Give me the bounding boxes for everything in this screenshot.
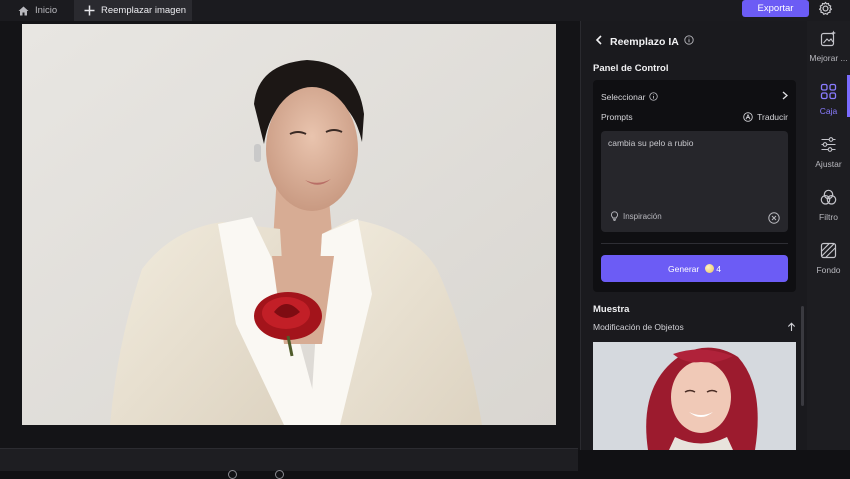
panel-title: Reemplazo IA [610,35,679,48]
generate-cost: 4 [716,263,721,274]
prompts-label: Prompts [601,112,633,122]
tool-filter-label: Filtro [819,212,838,222]
prompt-textarea[interactable]: cambia su pelo a rubio Inspiración [601,131,788,232]
filter-icon [820,189,837,208]
translate-button[interactable]: Traducir [743,112,788,122]
tool-enhance[interactable]: Mejorar ... [807,30,850,63]
tab-replace-image[interactable]: Reemplazar imagen [74,0,192,21]
canvas-area [0,21,580,479]
bottom-toolbar [0,448,578,479]
plus-icon [84,5,95,16]
tab-home[interactable]: Inicio [18,0,57,21]
tab-replace-image-label: Reemplazar imagen [101,5,187,16]
sample-image[interactable] [593,342,796,450]
sample-subtitle: Modificación de Objetos [593,322,684,332]
arrow-up-icon[interactable] [787,322,796,334]
divider [601,243,788,244]
translate-label: Traducir [757,112,788,122]
zoom-out-icon[interactable] [228,470,237,479]
select-row[interactable]: Seleccionar [601,91,788,102]
tool-background-label: Fondo [816,265,841,275]
edited-photo[interactable] [22,24,556,425]
tool-enhance-label: Mejorar ... [809,53,848,63]
prompt-text[interactable]: cambia su pelo a rubio [608,138,694,148]
tool-box-label: Caja [819,106,838,116]
panel-header: Reemplazo IA [595,35,694,48]
tool-rail: Mejorar ... Caja Ajustar Filtro Fondo [807,21,850,450]
inspiration-label: Inspiración [623,211,662,221]
tool-background[interactable]: Fondo [807,242,850,275]
translate-icon [743,112,753,122]
tab-home-label: Inicio [35,5,58,16]
lightbulb-icon [610,211,619,221]
info-icon[interactable] [684,35,694,48]
select-label: Seleccionar [601,91,646,102]
chevron-right-icon[interactable] [782,91,788,102]
inspiration-button[interactable]: Inspiración [610,211,662,221]
export-button[interactable]: Exportar [742,0,809,17]
credit-coin-icon [705,264,715,273]
zoom-in-icon[interactable] [275,470,284,479]
sliders-icon [820,136,837,155]
panel-scrollbar[interactable] [801,306,804,406]
sample-title: Muestra [593,304,630,315]
generate-button[interactable]: Generar 4 [601,255,788,282]
sample-subtitle-row: Modificación de Objetos [593,322,796,334]
tool-filter[interactable]: Filtro [807,189,850,222]
prompts-row: Prompts Traducir [601,112,788,122]
background-icon [820,242,837,261]
generate-label: Generar [668,263,700,274]
select-info-icon[interactable] [649,92,659,101]
back-icon[interactable] [595,35,602,48]
clear-icon[interactable] [768,211,780,229]
enhance-icon [820,30,837,49]
control-panel-title: Panel de Control [593,63,669,74]
control-card: Seleccionar Prompts Traducir cambia su p… [593,80,796,292]
tool-box[interactable]: Caja [807,75,850,117]
top-bar: Inicio Reemplazar imagen Exportar [0,0,850,21]
settings-icon[interactable] [817,0,834,17]
tool-adjust-label: Ajustar [815,159,842,169]
ai-replace-panel: Reemplazo IA Panel de Control Selecciona… [580,21,807,450]
grid-icon [820,83,837,102]
tool-adjust[interactable]: Ajustar [807,136,850,169]
home-icon [18,6,29,16]
